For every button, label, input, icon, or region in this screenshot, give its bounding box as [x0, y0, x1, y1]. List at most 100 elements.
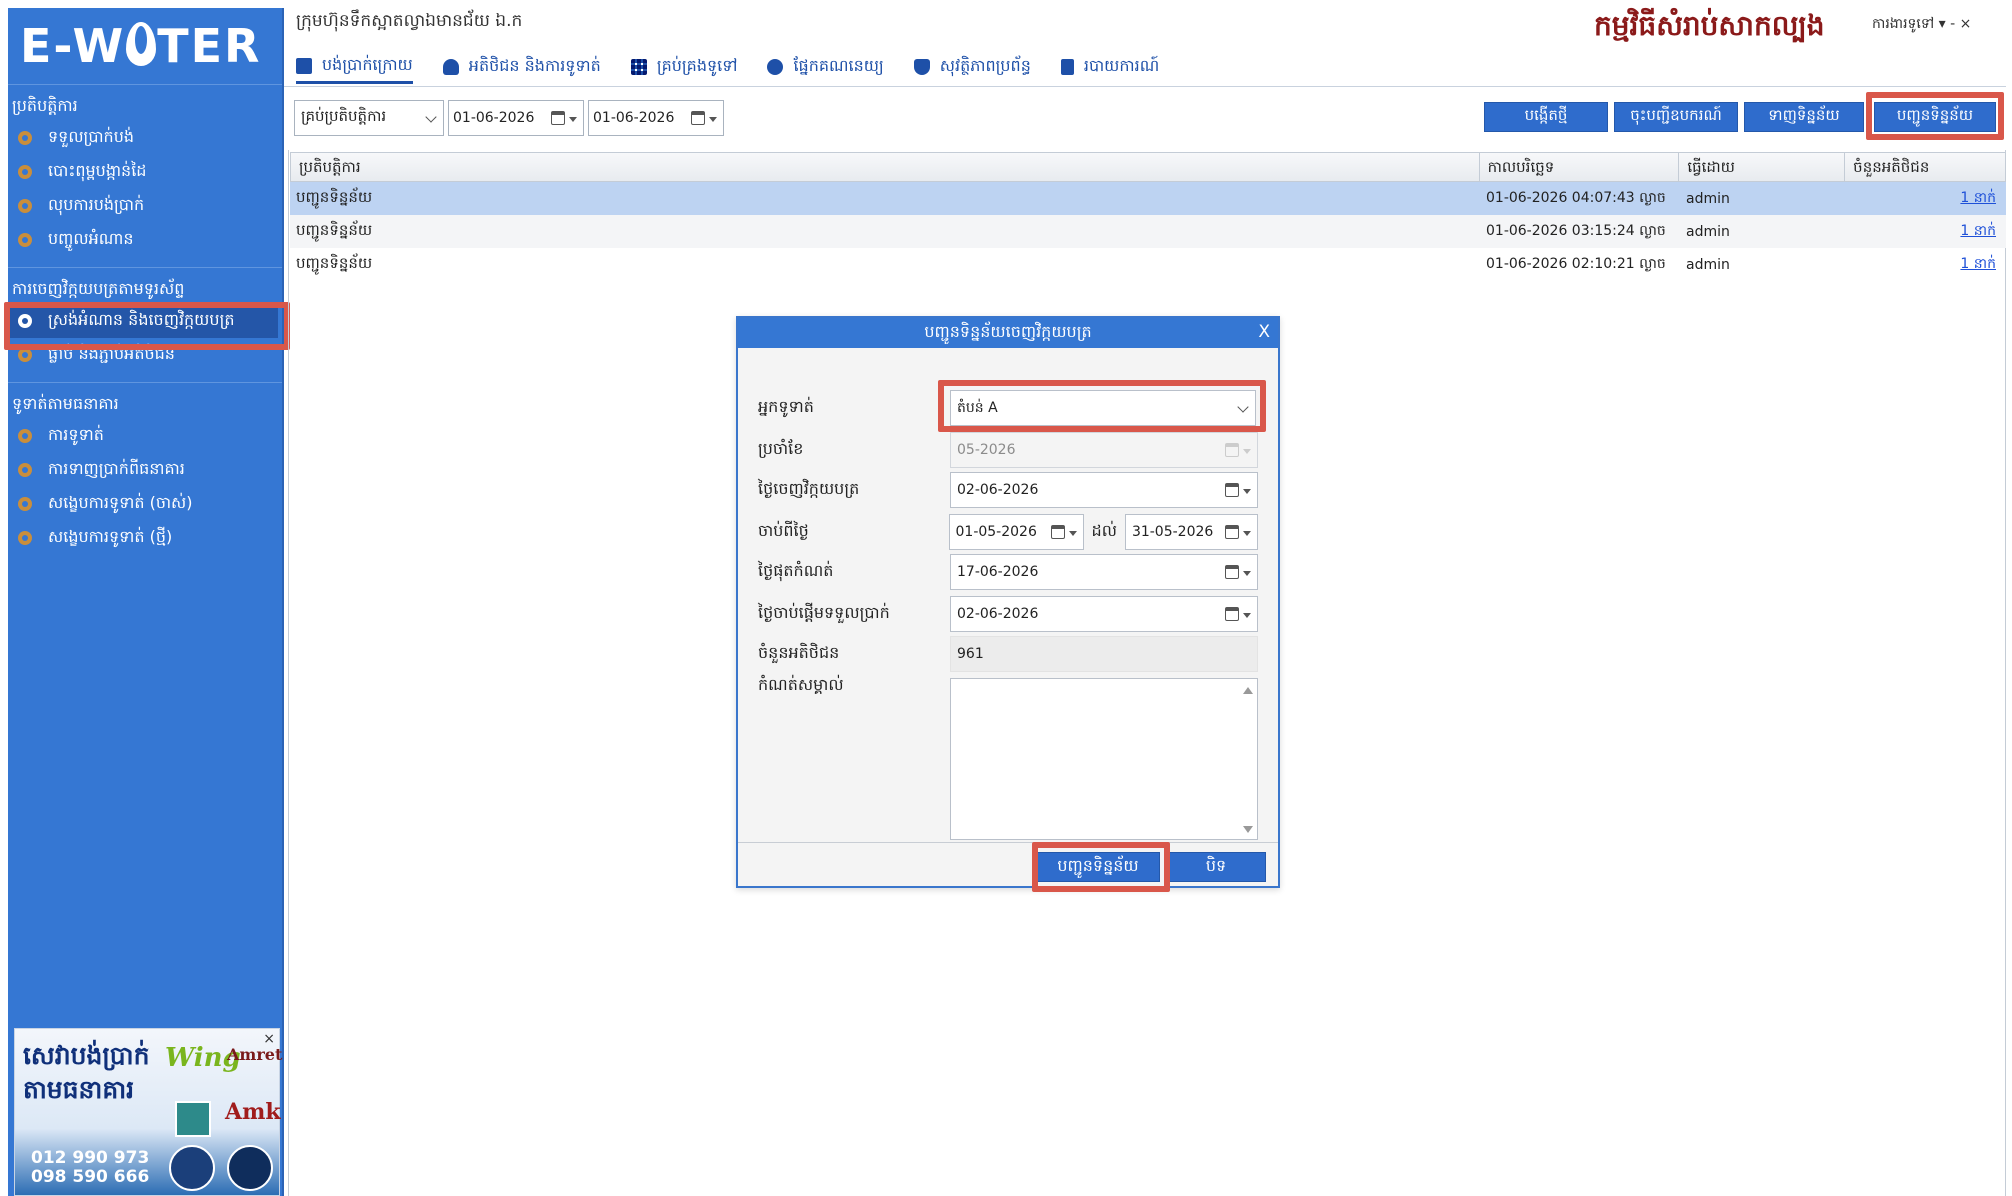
- dialog-title-bar: បញ្ជូនទិន្នន័យចេញវិក្កយបត្រ X: [738, 318, 1278, 348]
- collector-label: អ្នកទូទាត់: [758, 397, 814, 416]
- sidebar-item-print-receipt[interactable]: បោះពុម្ពបង្កាន់ដៃ: [8, 155, 282, 189]
- date-value: 02-06-2026: [957, 606, 1039, 622]
- card-icon: [296, 57, 312, 74]
- dialog-close-icon[interactable]: X: [1258, 322, 1270, 342]
- column-header-customer-count[interactable]: ចំនួនអតិថិជន: [1845, 153, 2005, 181]
- customer-count-field: 961: [950, 636, 1258, 672]
- cell-by: admin: [1686, 256, 1730, 273]
- select-value: គ្រប់ប្រតិបត្តិការ: [301, 107, 387, 125]
- sidebar-item-label: សង្ខេបការទូទាត់ (ថ្មី): [48, 527, 173, 546]
- scroll-up-icon[interactable]: [1243, 687, 1253, 694]
- calendar-icon[interactable]: [1050, 525, 1065, 539]
- customer-count-label: ចំនួនអតិថិជន: [758, 643, 840, 662]
- date-to-input[interactable]: 01-06-2026: [588, 100, 724, 136]
- ad-phone-1: 012 990 973: [31, 1148, 150, 1168]
- from-date-input[interactable]: 01-05-2026: [948, 514, 1084, 550]
- water-drop-icon: [126, 22, 157, 66]
- calendar-icon[interactable]: [1225, 483, 1239, 497]
- bullet-icon: [18, 463, 32, 477]
- table-row[interactable]: បញ្ជូនទិន្នន័យ 01-06-2026 03:15:24 ល្ងាច…: [290, 215, 2006, 248]
- date-value: 02-06-2026: [957, 482, 1039, 498]
- bank-logo-icon: [175, 1101, 211, 1137]
- shield-icon: [913, 59, 930, 75]
- header-divider: [284, 86, 2006, 87]
- calendar-icon[interactable]: [1225, 565, 1239, 579]
- form-row-customer-count: ចំនួនអតិថិជន 961: [758, 636, 1258, 672]
- sidebar-item-receive-payment[interactable]: ទទួលប្រាក់បង់: [8, 121, 282, 155]
- highlight-sidebar-item: [4, 302, 290, 350]
- note-textarea[interactable]: [950, 678, 1258, 840]
- highlight-dialog-send-button: [1032, 842, 1170, 892]
- sidebar-item-summary-old[interactable]: សង្ខេបការទូទាត់ (ចាស់): [8, 487, 282, 521]
- operations-table: ប្រតិបត្តិការ កាលបរិច្ឆេទ ធ្វើដោយ ចំនួនអ…: [290, 152, 2006, 281]
- create-new-button[interactable]: បង្កើតថ្មី: [1484, 102, 1608, 132]
- column-header-operation[interactable]: ប្រតិបត្តិការ: [291, 153, 1480, 181]
- dialog-close-button[interactable]: បិទ: [1166, 852, 1266, 882]
- note-label: កំណត់សម្គាល់: [758, 675, 844, 694]
- caret-down-icon: [1243, 449, 1251, 454]
- caret-down-icon: [709, 117, 717, 122]
- customer-count-link[interactable]: 1 នាក់: [1960, 223, 1996, 239]
- company-name: ក្រុមហ៊ុនទឹកស្អាតល្វាឯមានជ័យ ឯ.ក: [296, 11, 523, 31]
- customer-count-link[interactable]: 1 នាក់: [1960, 190, 1996, 206]
- table-row[interactable]: បញ្ជូនទិន្នន័យ 01-06-2026 04:07:43 ល្ងាច…: [290, 182, 2006, 215]
- sidebar-item-delete-payment[interactable]: លុបការបង់ប្រាក់: [8, 189, 282, 223]
- bullet-icon: [18, 199, 32, 213]
- pull-data-button[interactable]: ទាញទិន្នន័យ: [1744, 102, 1864, 132]
- date-value: 01-06-2026: [453, 110, 535, 126]
- sidebar-item-summary-new[interactable]: សង្ខេបការទូទាត់ (ថ្មី): [8, 521, 282, 555]
- tab-security[interactable]: សុវត្ថិភាពប្រព័ន្ធ: [913, 54, 1031, 84]
- tab-accounting[interactable]: ផ្នែកគណនេយ្យ: [767, 54, 884, 84]
- month-input: 05-2026: [950, 432, 1258, 468]
- date-from-input[interactable]: 01-06-2026: [448, 100, 584, 136]
- cell-operation: បញ្ជូនទិន្នន័យ: [296, 187, 373, 206]
- due-date-input[interactable]: 17-06-2026: [950, 554, 1258, 590]
- operation-filter-select[interactable]: គ្រប់ប្រតិបត្តិការ: [294, 100, 444, 136]
- cell-date: 01-06-2026 02:10:21 ល្ងាច: [1486, 256, 1666, 272]
- dialog-footer-divider: [738, 842, 1278, 843]
- form-row-date-range: ចាប់ពីថ្ងៃ 01-05-2026 ដល់ 31-05-2026: [758, 514, 1258, 550]
- scroll-down-icon[interactable]: [1243, 826, 1253, 833]
- tab-reports[interactable]: របាយការណ៍: [1060, 54, 1160, 84]
- column-header-date[interactable]: កាលបរិច្ឆេទ: [1480, 153, 1680, 181]
- user-menu[interactable]: ការងារទូទៅ ▾ - ×: [1872, 14, 1971, 35]
- tab-label: របាយការណ៍: [1083, 56, 1160, 75]
- tab-customers[interactable]: អតិថិជន និងការទូទាត់: [442, 54, 601, 84]
- date-value: 17-06-2026: [957, 564, 1039, 580]
- calendar-icon[interactable]: [1225, 525, 1239, 539]
- table-row[interactable]: បញ្ជូនទិន្នន័យ 01-06-2026 02:10:21 ល្ងាច…: [290, 248, 2006, 281]
- bank-payment-ad[interactable]: × សេវាបង់ប្រាក់ តាមធនាគារ Wing Amret Amk…: [14, 1028, 282, 1196]
- sidebar-item-payment[interactable]: ការទូទាត់: [8, 419, 282, 453]
- bullet-icon: [18, 497, 32, 511]
- document-icon: [1060, 59, 1074, 75]
- tab-postpaid[interactable]: បង់ប្រាក់ក្រោយ: [296, 54, 413, 84]
- caret-down-icon: [1243, 531, 1251, 536]
- dialog-title: បញ្ជូនទិន្នន័យចេញវិក្កយបត្រ: [924, 322, 1092, 341]
- sidebar-item-enter-reading[interactable]: បញ្ចូលអំណាន: [8, 223, 282, 257]
- customer-count-link[interactable]: 1 នាក់: [1960, 256, 1996, 272]
- calendar-icon[interactable]: [1225, 607, 1239, 621]
- start-pay-date-input[interactable]: 02-06-2026: [950, 596, 1258, 632]
- bill-date-label: ថ្ងៃចេញវិក្កយបត្រ: [758, 479, 860, 498]
- caret-down-icon: [1243, 489, 1251, 494]
- send-billing-data-dialog: បញ្ជូនទិន្នន័យចេញវិក្កយបត្រ X អ្នកទូទាត់…: [736, 316, 1280, 892]
- bullet-icon: [18, 348, 32, 362]
- tab-general[interactable]: គ្រប់គ្រងទូទៅ: [630, 54, 737, 84]
- bill-date-input[interactable]: 02-06-2026: [950, 472, 1258, 508]
- ad-headline: សេវាបង់ប្រាក់ តាមធនាគារ: [23, 1041, 150, 1104]
- to-date-label: ដល់: [1091, 521, 1117, 540]
- sidebar-item-label: បោះពុម្ពបង្កាន់ដៃ: [48, 161, 147, 180]
- from-date-label: ចាប់ពីថ្ងៃ: [758, 521, 809, 540]
- grid-icon: [630, 59, 647, 75]
- form-row-bill-date: ថ្ងៃចេញវិក្កយបត្រ 02-06-2026: [758, 472, 1258, 508]
- to-date-input[interactable]: 31-05-2026: [1124, 514, 1258, 550]
- toolbar: គ្រប់ប្រតិបត្តិការ 01-06-2026 01-06-2026: [294, 100, 724, 138]
- cell-by: admin: [1686, 223, 1730, 240]
- sidebar-item-bank-withdraw[interactable]: ការទាញប្រាក់ពីធនាគារ: [8, 453, 282, 487]
- calendar-icon[interactable]: [691, 111, 705, 125]
- form-row-due-date: ថ្ងៃផុតកំណត់ 17-06-2026: [758, 554, 1258, 590]
- due-date-label: ថ្ងៃផុតកំណត់: [758, 561, 834, 580]
- calendar-icon[interactable]: [551, 111, 565, 125]
- register-device-button[interactable]: ចុះបញ្ជីឧបករណ៍: [1614, 102, 1738, 132]
- column-header-by[interactable]: ធ្វើដោយ: [1679, 153, 1846, 181]
